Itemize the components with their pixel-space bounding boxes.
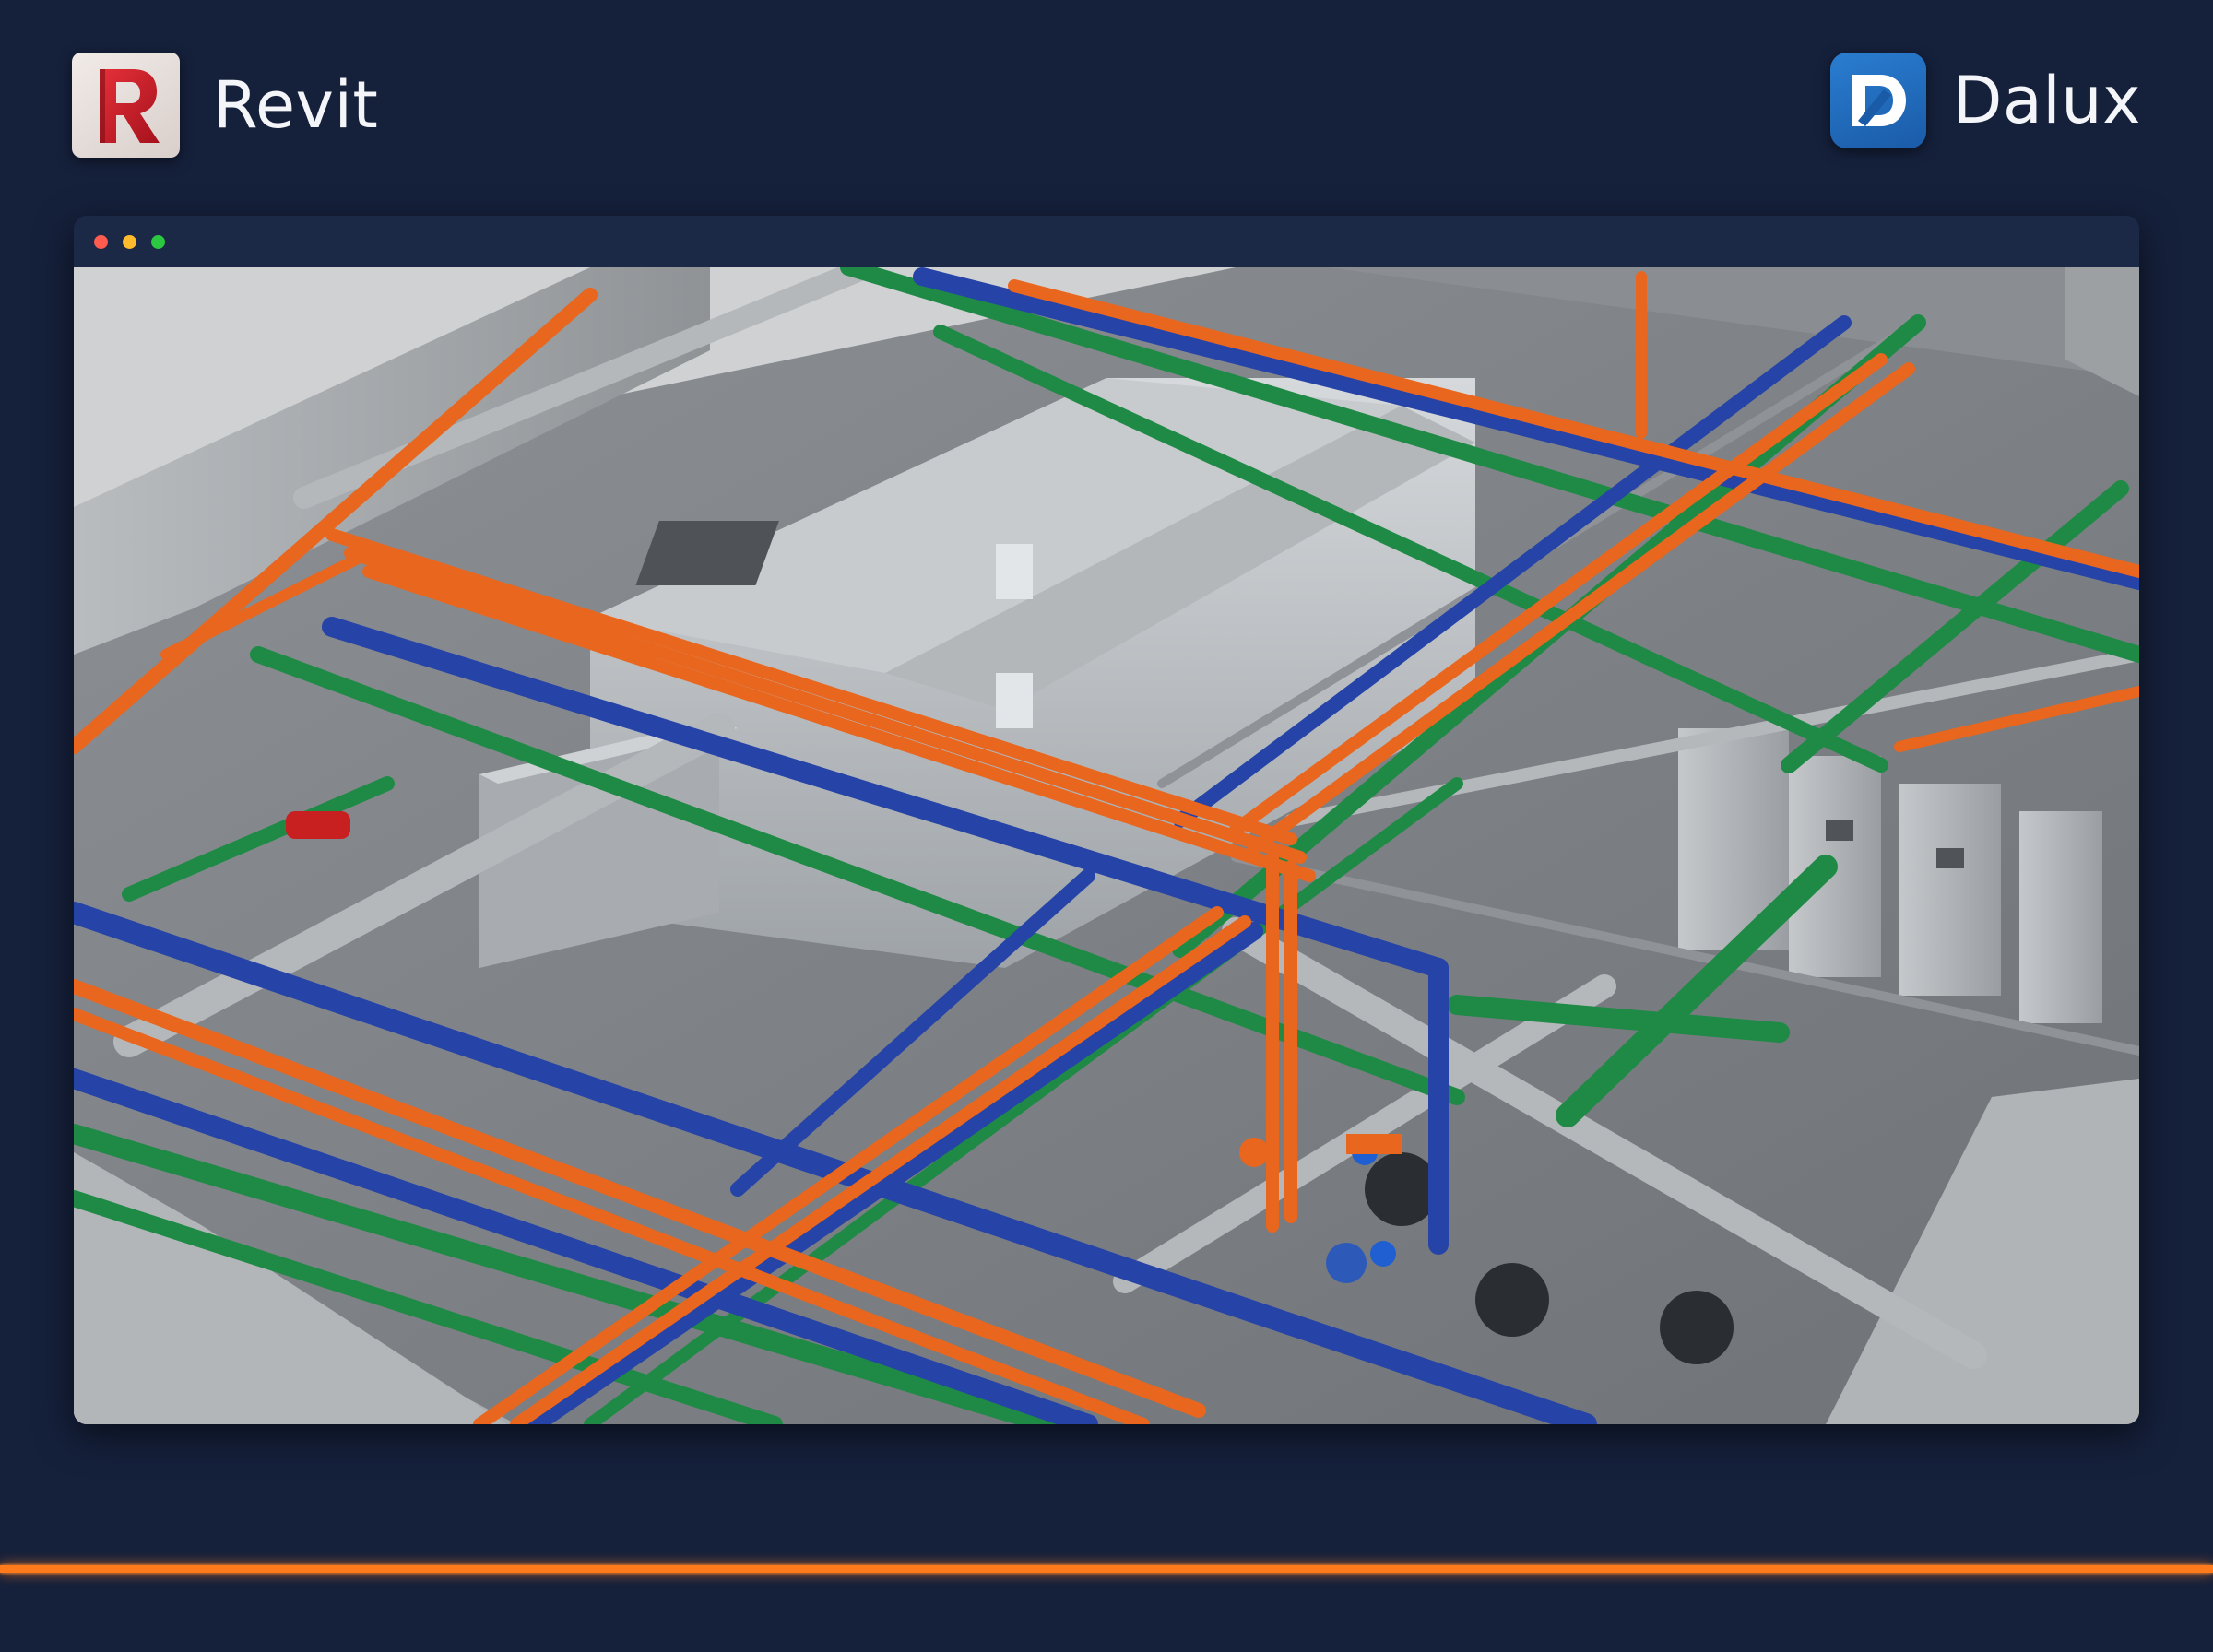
dalux-brand: Dalux	[1830, 53, 2141, 148]
accent-line	[0, 1565, 2213, 1573]
viewer-window	[74, 216, 2139, 1424]
dalux-logo-icon	[1830, 53, 1927, 148]
revit-logo-icon	[72, 53, 180, 158]
revit-brand: Revit	[72, 53, 378, 158]
3d-model-viewport[interactable]	[74, 267, 2139, 1424]
dalux-brand-name: Dalux	[1952, 63, 2141, 138]
revit-brand-name: Revit	[213, 67, 379, 143]
mep-model-render	[74, 267, 2139, 1424]
window-titlebar	[74, 216, 2139, 267]
close-window-button[interactable]	[94, 235, 108, 249]
minimize-window-button[interactable]	[123, 235, 136, 249]
maximize-window-button[interactable]	[151, 235, 165, 249]
